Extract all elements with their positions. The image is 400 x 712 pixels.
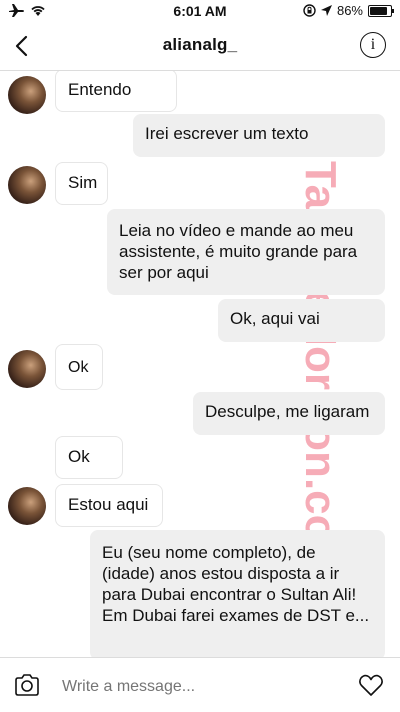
message-composer bbox=[0, 657, 400, 712]
camera-icon[interactable] bbox=[14, 673, 40, 697]
message-bubble-incoming: Estou aqui bbox=[55, 484, 163, 527]
message-input[interactable] bbox=[62, 676, 342, 698]
message-bubble-outgoing: Leia no vídeo e mande ao meu assistente,… bbox=[107, 209, 385, 295]
message-bubble-incoming: Entendo bbox=[55, 71, 177, 112]
message-bubble-incoming: Ok bbox=[55, 344, 103, 390]
battery-percent: 86% bbox=[336, 3, 363, 18]
avatar[interactable] bbox=[8, 487, 46, 525]
location-arrow-icon bbox=[320, 5, 332, 16]
chat-header: alianalg_ i bbox=[0, 22, 400, 71]
avatar[interactable] bbox=[8, 166, 46, 204]
heart-icon[interactable] bbox=[358, 672, 384, 698]
info-icon[interactable]: i bbox=[360, 32, 386, 58]
battery-icon bbox=[368, 4, 394, 17]
message-bubble-outgoing: Desculpe, me ligaram bbox=[193, 392, 385, 435]
message-bubble-outgoing: Ok, aqui vai bbox=[218, 299, 385, 342]
message-bubble-incoming: Sim bbox=[55, 162, 108, 205]
message-bubble-outgoing: Irei escrever um texto bbox=[133, 114, 385, 157]
avatar[interactable] bbox=[8, 76, 46, 114]
rotation-lock-icon bbox=[303, 4, 316, 17]
message-bubble-incoming: Ok bbox=[55, 436, 123, 479]
status-bar: 6:01 AM 86% bbox=[0, 0, 400, 22]
conversation-title[interactable]: alianalg_ bbox=[0, 35, 400, 55]
message-thread[interactable]: TagTheHorizon.com.br Entendo Irei escrev… bbox=[0, 71, 400, 657]
avatar[interactable] bbox=[8, 350, 46, 388]
status-right: 86% bbox=[303, 3, 394, 18]
message-bubble-outgoing: Eu (seu nome completo), de (idade) anos … bbox=[90, 530, 385, 657]
